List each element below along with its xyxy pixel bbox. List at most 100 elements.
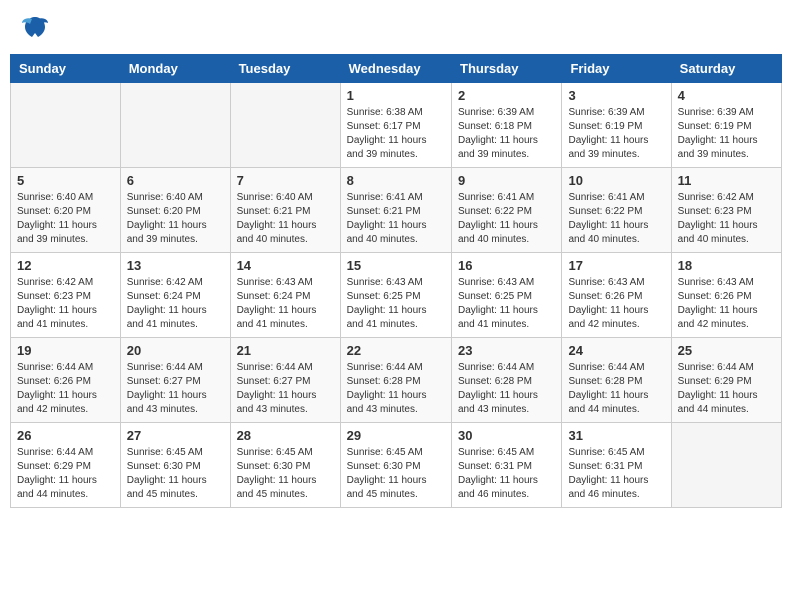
calendar-day-cell: 16 Sunrise: 6:43 AM Sunset: 6:25 PM Dayli… [452, 253, 562, 338]
calendar-day-cell: 11Sunrise: 6:42 AM Sunset: 6:23 PM Dayli… [671, 168, 781, 253]
day-info: Sunrise: 6:45 AM Sunset: 6:30 PM Dayligh… [127, 446, 224, 502]
calendar-table: SundayMondayTuesdayWednesdayThursdayFrid… [10, 54, 782, 508]
day-number: 31 [568, 428, 664, 443]
weekday-header: Saturday [671, 55, 781, 83]
day-info: Sunrise: 6:40 AM Sunset: 6:21 PM Dayligh… [237, 191, 334, 247]
day-number: 19 [17, 343, 114, 358]
calendar-day-cell: 27 Sunrise: 6:45 AM Sunset: 6:30 PM Dayli… [120, 423, 230, 508]
calendar-day-cell: 8 Sunrise: 6:41 AM Sunset: 6:21 PM Daylig… [340, 168, 451, 253]
calendar-day-cell [671, 423, 781, 508]
day-info: Sunrise: 6:43 AM Sunset: 6:26 PM Dayligh… [568, 276, 664, 332]
day-info: Sunrise: 6:42 AM Sunset: 6:23 PM Dayligh… [678, 191, 775, 247]
weekday-header-row: SundayMondayTuesdayWednesdayThursdayFrid… [11, 55, 782, 83]
calendar-day-cell: 14 Sunrise: 6:43 AM Sunset: 6:24 PM Dayli… [230, 253, 340, 338]
calendar-day-cell: 24 Sunrise: 6:44 AM Sunset: 6:28 PM Dayli… [562, 338, 671, 423]
day-info: Sunrise: 6:41 AM Sunset: 6:22 PM Dayligh… [568, 191, 664, 247]
day-info: Sunrise: 6:41 AM Sunset: 6:21 PM Dayligh… [347, 191, 445, 247]
calendar-day-cell: 26 Sunrise: 6:44 AM Sunset: 6:29 PM Dayli… [11, 423, 121, 508]
day-info: Sunrise: 6:40 AM Sunset: 6:20 PM Dayligh… [127, 191, 224, 247]
day-number: 7 [237, 173, 334, 188]
day-info: Sunrise: 6:45 AM Sunset: 6:30 PM Dayligh… [237, 446, 334, 502]
day-info: Sunrise: 6:44 AM Sunset: 6:27 PM Dayligh… [237, 361, 334, 417]
day-info: Sunrise: 6:43 AM Sunset: 6:24 PM Dayligh… [237, 276, 334, 332]
calendar-week-row: 5 Sunrise: 6:40 AM Sunset: 6:20 PM Daylig… [11, 168, 782, 253]
calendar-week-row: 26 Sunrise: 6:44 AM Sunset: 6:29 PM Dayli… [11, 423, 782, 508]
calendar-day-cell: 22Sunrise: 6:44 AM Sunset: 6:28 PM Dayli… [340, 338, 451, 423]
page-header [10, 10, 782, 44]
day-number: 3 [568, 88, 664, 103]
day-info: Sunrise: 6:44 AM Sunset: 6:27 PM Dayligh… [127, 361, 224, 417]
calendar-day-cell: 30 Sunrise: 6:45 AM Sunset: 6:31 PM Dayli… [452, 423, 562, 508]
day-info: Sunrise: 6:41 AM Sunset: 6:22 PM Dayligh… [458, 191, 555, 247]
calendar-day-cell: 6 Sunrise: 6:40 AM Sunset: 6:20 PM Daylig… [120, 168, 230, 253]
calendar-day-cell: 5 Sunrise: 6:40 AM Sunset: 6:20 PM Daylig… [11, 168, 121, 253]
day-number: 16 [458, 258, 555, 273]
day-number: 6 [127, 173, 224, 188]
day-info: Sunrise: 6:39 AM Sunset: 6:19 PM Dayligh… [678, 106, 775, 162]
day-info: Sunrise: 6:38 AM Sunset: 6:17 PM Dayligh… [347, 106, 445, 162]
day-number: 27 [127, 428, 224, 443]
day-info: Sunrise: 6:44 AM Sunset: 6:26 PM Dayligh… [17, 361, 114, 417]
day-info: Sunrise: 6:43 AM Sunset: 6:26 PM Dayligh… [678, 276, 775, 332]
calendar-day-cell: 29Sunrise: 6:45 AM Sunset: 6:30 PM Dayli… [340, 423, 451, 508]
day-info: Sunrise: 6:39 AM Sunset: 6:19 PM Dayligh… [568, 106, 664, 162]
calendar-day-cell: 2Sunrise: 6:39 AM Sunset: 6:18 PM Daylig… [452, 83, 562, 168]
calendar-day-cell: 7 Sunrise: 6:40 AM Sunset: 6:21 PM Daylig… [230, 168, 340, 253]
calendar-day-cell: 28 Sunrise: 6:45 AM Sunset: 6:30 PM Dayli… [230, 423, 340, 508]
calendar-week-row: 19 Sunrise: 6:44 AM Sunset: 6:26 PM Dayli… [11, 338, 782, 423]
calendar-day-cell [120, 83, 230, 168]
weekday-header: Friday [562, 55, 671, 83]
day-number: 23 [458, 343, 555, 358]
day-info: Sunrise: 6:44 AM Sunset: 6:29 PM Dayligh… [17, 446, 114, 502]
day-number: 24 [568, 343, 664, 358]
day-info: Sunrise: 6:44 AM Sunset: 6:29 PM Dayligh… [678, 361, 775, 417]
calendar-week-row: 12 Sunrise: 6:42 AM Sunset: 6:23 PM Dayli… [11, 253, 782, 338]
calendar-day-cell: 13 Sunrise: 6:42 AM Sunset: 6:24 PM Dayli… [120, 253, 230, 338]
day-number: 12 [17, 258, 114, 273]
day-info: Sunrise: 6:42 AM Sunset: 6:23 PM Dayligh… [17, 276, 114, 332]
day-info: Sunrise: 6:44 AM Sunset: 6:28 PM Dayligh… [347, 361, 445, 417]
day-info: Sunrise: 6:45 AM Sunset: 6:31 PM Dayligh… [568, 446, 664, 502]
weekday-header: Tuesday [230, 55, 340, 83]
day-number: 10 [568, 173, 664, 188]
day-number: 21 [237, 343, 334, 358]
day-number: 30 [458, 428, 555, 443]
day-number: 5 [17, 173, 114, 188]
calendar-day-cell: 12 Sunrise: 6:42 AM Sunset: 6:23 PM Dayli… [11, 253, 121, 338]
day-info: Sunrise: 6:45 AM Sunset: 6:30 PM Dayligh… [347, 446, 445, 502]
day-info: Sunrise: 6:45 AM Sunset: 6:31 PM Dayligh… [458, 446, 555, 502]
day-number: 8 [347, 173, 445, 188]
day-number: 13 [127, 258, 224, 273]
calendar-day-cell: 18 Sunrise: 6:43 AM Sunset: 6:26 PM Dayli… [671, 253, 781, 338]
day-info: Sunrise: 6:43 AM Sunset: 6:25 PM Dayligh… [347, 276, 445, 332]
calendar-day-cell [230, 83, 340, 168]
day-number: 18 [678, 258, 775, 273]
weekday-header: Thursday [452, 55, 562, 83]
day-number: 15 [347, 258, 445, 273]
calendar-day-cell: 15 Sunrise: 6:43 AM Sunset: 6:25 PM Dayli… [340, 253, 451, 338]
calendar-day-cell: 9 Sunrise: 6:41 AM Sunset: 6:22 PM Daylig… [452, 168, 562, 253]
calendar-day-cell: 10 Sunrise: 6:41 AM Sunset: 6:22 PM Dayli… [562, 168, 671, 253]
logo-bird-icon [20, 15, 50, 39]
calendar-day-cell [11, 83, 121, 168]
day-number: 14 [237, 258, 334, 273]
calendar-day-cell: 23Sunrise: 6:44 AM Sunset: 6:28 PM Dayli… [452, 338, 562, 423]
day-number: 26 [17, 428, 114, 443]
calendar-day-cell: 3 Sunrise: 6:39 AM Sunset: 6:19 PM Daylig… [562, 83, 671, 168]
calendar-day-cell: 25Sunrise: 6:44 AM Sunset: 6:29 PM Dayli… [671, 338, 781, 423]
calendar-day-cell: 19 Sunrise: 6:44 AM Sunset: 6:26 PM Dayli… [11, 338, 121, 423]
weekday-header: Monday [120, 55, 230, 83]
day-info: Sunrise: 6:40 AM Sunset: 6:20 PM Dayligh… [17, 191, 114, 247]
day-info: Sunrise: 6:44 AM Sunset: 6:28 PM Dayligh… [568, 361, 664, 417]
day-number: 1 [347, 88, 445, 103]
calendar-day-cell: 1 Sunrise: 6:38 AM Sunset: 6:17 PM Daylig… [340, 83, 451, 168]
logo [20, 15, 54, 39]
calendar-day-cell: 31 Sunrise: 6:45 AM Sunset: 6:31 PM Dayli… [562, 423, 671, 508]
day-number: 2 [458, 88, 555, 103]
day-info: Sunrise: 6:43 AM Sunset: 6:25 PM Dayligh… [458, 276, 555, 332]
day-info: Sunrise: 6:42 AM Sunset: 6:24 PM Dayligh… [127, 276, 224, 332]
day-number: 9 [458, 173, 555, 188]
calendar-week-row: 1 Sunrise: 6:38 AM Sunset: 6:17 PM Daylig… [11, 83, 782, 168]
day-number: 28 [237, 428, 334, 443]
calendar-day-cell: 20Sunrise: 6:44 AM Sunset: 6:27 PM Dayli… [120, 338, 230, 423]
